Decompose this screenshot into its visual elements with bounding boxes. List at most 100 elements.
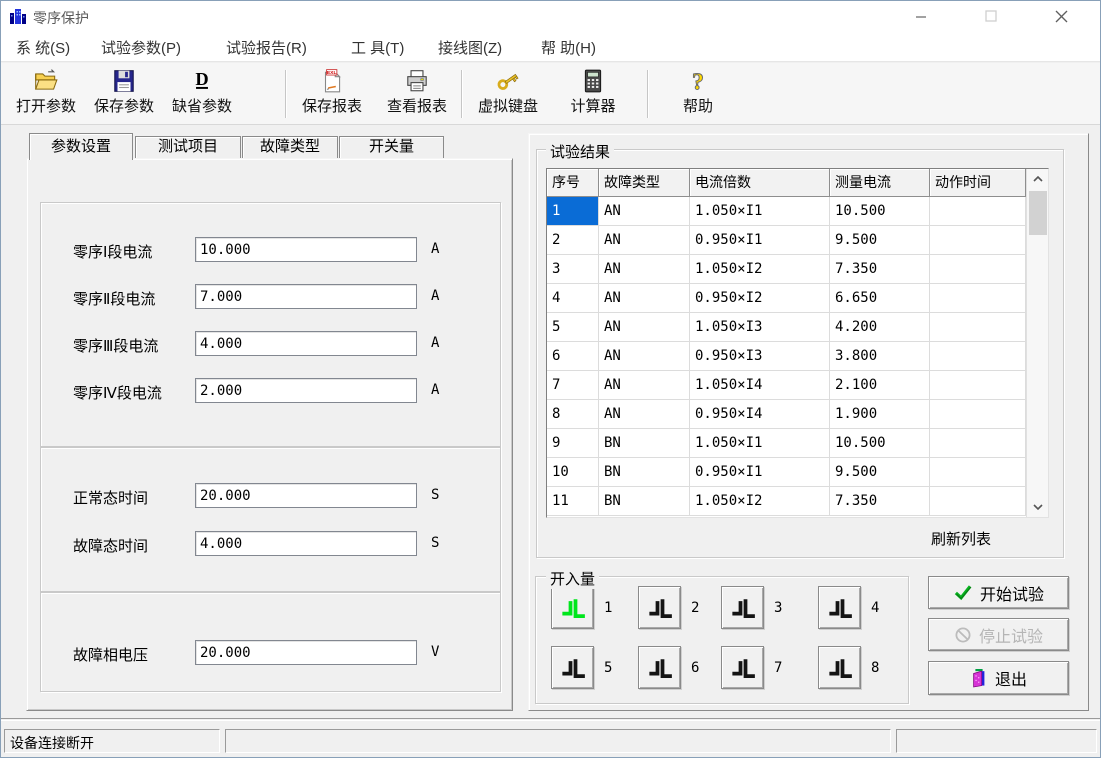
table-cell[interactable]	[930, 197, 1026, 226]
table-cell[interactable]: 6.650	[830, 284, 930, 313]
table-cell[interactable]: AN	[599, 197, 690, 226]
table-cell[interactable]: 1.050×I3	[690, 313, 830, 342]
table-row-8[interactable]: 8AN0.950×I41.900	[547, 400, 1048, 429]
table-cell[interactable]	[930, 371, 1026, 400]
column-header-1[interactable]: 序号	[547, 169, 599, 197]
table-cell[interactable]: 7	[547, 371, 599, 400]
toolbar-default-params-button[interactable]: D缺省参数	[163, 66, 241, 122]
toolbar-help-button[interactable]: ?帮助	[659, 66, 737, 122]
column-header-2[interactable]: 故障类型	[599, 169, 690, 197]
digital-input-switch-8[interactable]	[818, 646, 861, 689]
toolbar-save-params-button[interactable]: 保存参数	[85, 66, 163, 122]
table-cell[interactable]	[930, 342, 1026, 371]
table-cell[interactable]: 1.050×I2	[690, 255, 830, 284]
table-row-4[interactable]: 4AN0.950×I26.650	[547, 284, 1048, 313]
field-input[interactable]	[195, 640, 417, 665]
table-cell[interactable]: 2	[547, 226, 599, 255]
table-cell[interactable]: 8	[547, 400, 599, 429]
table-cell[interactable]: AN	[599, 400, 690, 429]
tab-2[interactable]: 测试项目	[135, 136, 241, 158]
table-cell[interactable]: BN	[599, 487, 690, 516]
scroll-up-arrow[interactable]	[1027, 169, 1049, 189]
table-cell[interactable]: 0.950×I1	[690, 458, 830, 487]
table-cell[interactable]	[930, 458, 1026, 487]
table-cell[interactable]: 1.050×I2	[690, 487, 830, 516]
menu-item-2[interactable]: 试验参数(P)	[101, 37, 181, 58]
table-cell[interactable]	[930, 226, 1026, 255]
digital-input-switch-2[interactable]	[638, 586, 681, 629]
field-input[interactable]	[195, 284, 417, 309]
table-cell[interactable]: BN	[599, 458, 690, 487]
digital-input-switch-5[interactable]	[551, 646, 594, 689]
tab-4[interactable]: 开关量	[339, 136, 444, 158]
table-cell[interactable]: 1.050×I4	[690, 371, 830, 400]
table-cell[interactable]	[930, 487, 1026, 516]
digital-input-switch-3[interactable]	[721, 586, 764, 629]
toolbar-virtual-keyboard-button[interactable]: 虚拟键盘	[469, 66, 547, 122]
table-row-5[interactable]: 5AN1.050×I34.200	[547, 313, 1048, 342]
toolbar-save-report-button[interactable]: EXL保存报表	[293, 66, 371, 122]
scrollbar-thumb[interactable]	[1029, 191, 1047, 235]
minimize-button[interactable]	[898, 1, 944, 31]
stop-test-button[interactable]: 停止试验	[928, 618, 1069, 651]
table-cell[interactable]: AN	[599, 226, 690, 255]
table-cell[interactable]	[930, 313, 1026, 342]
table-cell[interactable]: 9.500	[830, 458, 930, 487]
table-cell[interactable]: 5	[547, 313, 599, 342]
table-cell[interactable]: AN	[599, 255, 690, 284]
table-cell[interactable]: 1.050×I1	[690, 197, 830, 226]
digital-input-switch-4[interactable]	[818, 586, 861, 629]
table-cell[interactable]: 10.500	[830, 197, 930, 226]
table-cell[interactable]: 0.950×I4	[690, 400, 830, 429]
column-header-4[interactable]: 测量电流	[830, 169, 930, 197]
table-cell[interactable]: 2.100	[830, 371, 930, 400]
table-cell[interactable]: 11	[547, 487, 599, 516]
table-row-6[interactable]: 6AN0.950×I33.800	[547, 342, 1048, 371]
field-input[interactable]	[195, 378, 417, 403]
menu-item-3[interactable]: 试验报告(R)	[226, 37, 307, 58]
toolbar-view-report-button[interactable]: 查看报表	[378, 66, 456, 122]
table-row-7[interactable]: 7AN1.050×I42.100	[547, 371, 1048, 400]
column-header-3[interactable]: 电流倍数	[690, 169, 830, 197]
digital-input-switch-6[interactable]	[638, 646, 681, 689]
table-cell[interactable]: 7.350	[830, 487, 930, 516]
table-cell[interactable]	[930, 400, 1026, 429]
table-cell[interactable]: 1	[547, 197, 599, 226]
menu-item-1[interactable]: 系 统(S)	[16, 37, 70, 58]
menu-item-6[interactable]: 帮 助(H)	[541, 37, 596, 58]
table-cell[interactable]	[930, 429, 1026, 458]
table-row-3[interactable]: 3AN1.050×I27.350	[547, 255, 1048, 284]
column-header-5[interactable]: 动作时间	[930, 169, 1026, 197]
table-row-11[interactable]: 11BN1.050×I27.350	[547, 487, 1048, 516]
menu-item-4[interactable]: 工 具(T)	[351, 37, 404, 58]
table-cell[interactable]: 0.950×I2	[690, 284, 830, 313]
digital-input-switch-1[interactable]	[551, 586, 594, 629]
table-cell[interactable]: 4.200	[830, 313, 930, 342]
table-cell[interactable]: 10.500	[830, 429, 930, 458]
refresh-list-link[interactable]: 刷新列表	[931, 528, 991, 549]
table-cell[interactable]: 6	[547, 342, 599, 371]
close-button[interactable]	[1038, 1, 1084, 31]
table-cell[interactable]: 3.800	[830, 342, 930, 371]
table-cell[interactable]: 0.950×I3	[690, 342, 830, 371]
field-input[interactable]	[195, 237, 417, 262]
table-row-2[interactable]: 2AN0.950×I19.500	[547, 226, 1048, 255]
table-cell[interactable]: 1.050×I1	[690, 429, 830, 458]
digital-input-switch-7[interactable]	[721, 646, 764, 689]
table-cell[interactable]: AN	[599, 342, 690, 371]
menu-item-5[interactable]: 接线图(Z)	[438, 37, 502, 58]
table-cell[interactable]: 10	[547, 458, 599, 487]
table-row-10[interactable]: 10BN0.950×I19.500	[547, 458, 1048, 487]
exit-button[interactable]: 退出	[928, 661, 1069, 695]
toolbar-open-params-button[interactable]: 打开参数	[7, 66, 85, 122]
scroll-down-arrow[interactable]	[1027, 497, 1049, 517]
table-cell[interactable]: AN	[599, 313, 690, 342]
table-row-9[interactable]: 9BN1.050×I110.500	[547, 429, 1048, 458]
table-cell[interactable]: AN	[599, 284, 690, 313]
table-cell[interactable]: BN	[599, 429, 690, 458]
table-cell[interactable]: 7.350	[830, 255, 930, 284]
field-input[interactable]	[195, 331, 417, 356]
toolbar-calculator-button[interactable]: 计算器	[554, 66, 632, 122]
maximize-button[interactable]	[968, 1, 1014, 31]
tab-3[interactable]: 故障类型	[242, 136, 338, 158]
